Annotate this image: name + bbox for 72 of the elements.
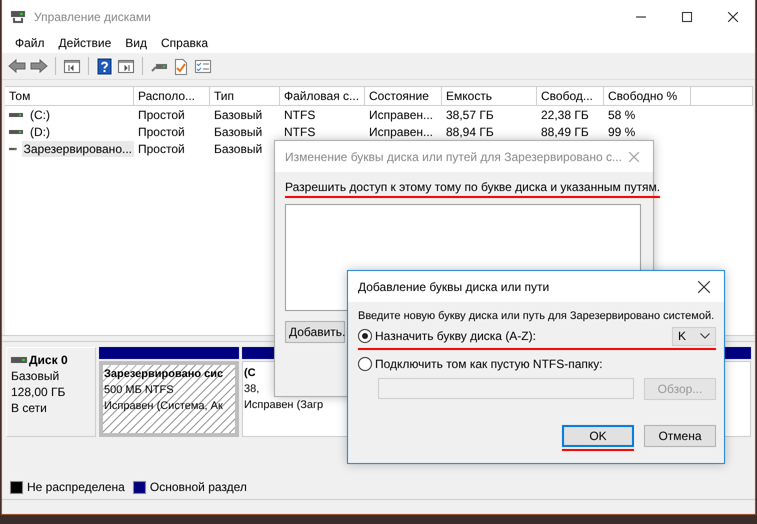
close-icon[interactable] xyxy=(728,12,738,22)
partition-text: (C xyxy=(244,366,256,381)
radio-button[interactable] xyxy=(358,357,372,371)
volume-name[interactable]: (D:) xyxy=(28,124,52,140)
drive-icon xyxy=(9,128,23,136)
option-label[interactable]: Подключить том как пустую NTFS-папку: xyxy=(375,357,716,371)
add-button[interactable]: Добавить. xyxy=(285,321,345,343)
instruction-text: Разрешить доступ к этому тому по букве диска и указанным путям. xyxy=(285,180,660,194)
column-header[interactable]: Файловая с... xyxy=(280,87,365,105)
column-header[interactable]: Том xyxy=(5,87,134,105)
help-icon[interactable] xyxy=(96,58,113,74)
menu-item[interactable]: Вид xyxy=(118,36,154,50)
table-cell: Базовый xyxy=(214,142,262,156)
cancel-button[interactable]: Отмена xyxy=(644,425,716,447)
volume-name[interactable]: Зарезервировано... xyxy=(22,140,134,156)
close-icon[interactable] xyxy=(698,280,710,292)
column-header[interactable]: Свободно % xyxy=(604,87,691,105)
disk-manager-icon xyxy=(10,8,26,24)
radio-button[interactable] xyxy=(358,329,372,343)
partition-text: 500 МБ NTFS xyxy=(104,383,174,398)
maximize-icon[interactable] xyxy=(682,12,692,22)
table-cell: 88,49 ГБ xyxy=(541,124,589,138)
table-cell: 38,57 ГБ xyxy=(446,108,494,122)
partition-text: 38, xyxy=(244,382,260,397)
drive-icon xyxy=(9,110,23,118)
table-cell: Простой xyxy=(138,124,185,138)
pane-icon[interactable] xyxy=(63,58,81,74)
dialog-title: Добавление буквы диска или пути xyxy=(358,280,550,294)
disk-name: Диск 0 xyxy=(29,352,68,368)
table-cell: Исправен... xyxy=(369,108,434,122)
table-cell: Исправен... xyxy=(369,124,434,138)
back-arrow-icon[interactable] xyxy=(8,58,26,74)
checklist-icon[interactable] xyxy=(194,58,212,74)
partition[interactable]: Зарезервировано сис 500 МБ NTFS Исправен (Система, Ак xyxy=(99,361,239,437)
menu-item[interactable]: Файл xyxy=(8,36,52,50)
window-title: Управление дисками xyxy=(34,10,152,24)
legend-label: Основной раздел xyxy=(150,480,247,494)
table-cell: 88,94 ГБ xyxy=(446,124,494,138)
drive-icon xyxy=(11,356,27,364)
forward-arrow-icon[interactable] xyxy=(30,58,48,74)
panel-icon[interactable] xyxy=(117,58,135,74)
column-header[interactable]: Тип xyxy=(210,87,280,105)
table-cell: NTFS xyxy=(284,124,316,138)
table-cell: Простой xyxy=(138,142,185,156)
table-cell: 99 % xyxy=(608,124,636,138)
document-check-icon[interactable] xyxy=(172,58,190,74)
table-cell: NTFS xyxy=(284,108,316,122)
column-header[interactable]: Емкость xyxy=(442,87,537,105)
partition-text: Исправен (Система, Ак xyxy=(104,399,223,414)
partition-text: Исправен (Загр xyxy=(244,398,324,413)
dialog-title: Изменение буквы диска или путей для Зарезервировано с... xyxy=(285,150,622,164)
chevron-down-icon xyxy=(700,333,710,339)
table-cell: Базовый xyxy=(214,124,262,138)
column-header[interactable]: Свобод... xyxy=(537,87,604,105)
prompt-text: Введите новую букву диска или путь для Зарезервировано системой. xyxy=(358,310,716,322)
table-cell: Простой xyxy=(138,108,185,122)
disk-size: 128,00 ГБ xyxy=(11,384,66,400)
menu-item[interactable]: Справка xyxy=(154,36,216,50)
table-cell: 22,38 ГБ xyxy=(541,108,589,122)
column-header[interactable]: Состояние xyxy=(365,87,442,105)
drive-letter-dropdown[interactable]: K xyxy=(672,326,716,346)
disk-type: Базовый xyxy=(11,368,60,384)
partition-text: Зарезервировано сис xyxy=(104,367,224,382)
disk-status: В сети xyxy=(11,400,48,416)
volume-name[interactable]: (C:) xyxy=(28,106,52,122)
option-label[interactable]: Назначить букву диска (A-Z): xyxy=(375,329,672,343)
menu-item[interactable]: Действие xyxy=(52,36,118,50)
ok-button[interactable]: OK xyxy=(562,425,634,447)
legend-label: Не распределена xyxy=(27,480,125,494)
table-cell: 58 % xyxy=(608,108,636,122)
table-cell: Базовый xyxy=(214,108,262,122)
column-header[interactable]: Располо... xyxy=(134,87,210,105)
